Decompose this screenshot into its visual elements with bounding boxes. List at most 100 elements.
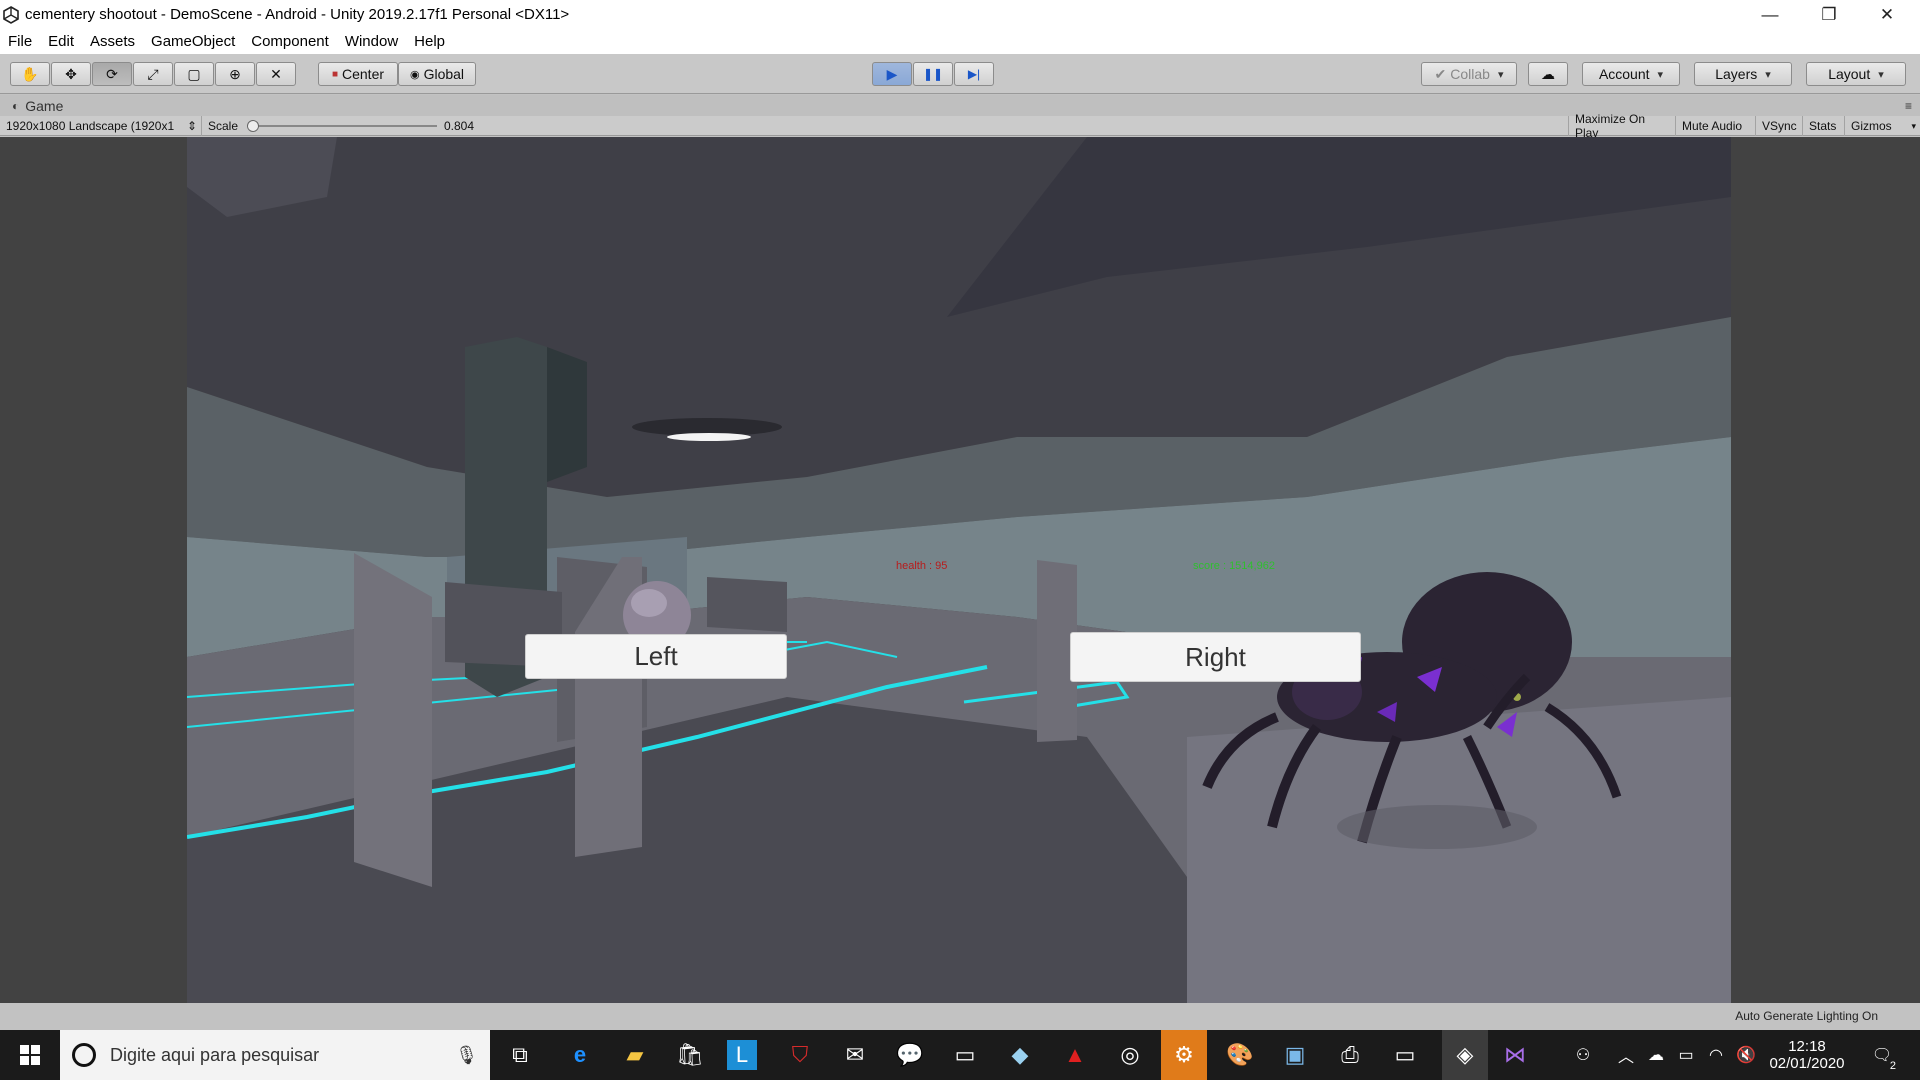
- edge-app[interactable]: e: [562, 1037, 598, 1073]
- globe-icon: ◉: [409, 68, 420, 81]
- menu-gameobject[interactable]: GameObject: [143, 33, 243, 50]
- pivot-center-icon: ■: [331, 68, 338, 80]
- check-icon: ✔: [1434, 65, 1447, 82]
- menu-component[interactable]: Component: [243, 33, 337, 50]
- file-explorer-app[interactable]: ▰: [617, 1037, 653, 1073]
- cortana-icon: [72, 1043, 96, 1067]
- people-button[interactable]: ⚇: [1568, 1030, 1598, 1080]
- layers-dropdown[interactable]: Layers: [1694, 62, 1792, 86]
- tray-overflow-button[interactable]: ︿: [1612, 1030, 1640, 1080]
- unity-icon: ◈: [1456, 1042, 1474, 1067]
- chat-icon: 💬: [896, 1042, 924, 1067]
- chat-app[interactable]: 💬: [892, 1037, 928, 1073]
- battery-indicator[interactable]: ▭: [1672, 1030, 1700, 1080]
- vsync-label: VSync: [1762, 119, 1797, 133]
- scale-icon: ⤢: [147, 65, 159, 82]
- menu-help[interactable]: Help: [406, 33, 453, 50]
- hand-tool-button[interactable]: ✋: [10, 62, 50, 86]
- stats-label: Stats: [1809, 119, 1837, 133]
- mute-audio-toggle[interactable]: Mute Audio: [1676, 116, 1756, 136]
- unity-app[interactable]: ◈: [1442, 1030, 1488, 1080]
- scale-slider-thumb[interactable]: [247, 120, 259, 132]
- obs-icon: ◎: [1120, 1042, 1140, 1067]
- terminal-app[interactable]: ▭: [947, 1037, 983, 1073]
- pivot-rotation-toggle[interactable]: ◉ Global: [398, 62, 476, 86]
- custom-tool-button[interactable]: ✕: [256, 62, 296, 86]
- microphone-icon[interactable]: 🎙: [455, 1045, 478, 1066]
- restore-icon: ❐: [1821, 4, 1837, 24]
- acrobat-app[interactable]: ▲: [1057, 1037, 1093, 1073]
- pivot-rotation-label: Global: [423, 66, 465, 82]
- windows-logo-icon: [20, 1045, 40, 1065]
- l-icon: L: [735, 1042, 749, 1067]
- photos-app[interactable]: ▣: [1277, 1037, 1313, 1073]
- store-app[interactable]: 🛍: [672, 1037, 708, 1073]
- unity-logo-icon: [0, 0, 22, 29]
- maximize-on-play-toggle[interactable]: Maximize On Play: [1568, 112, 1676, 140]
- vsync-toggle[interactable]: VSync: [1756, 116, 1803, 136]
- printer-app[interactable]: ⎙: [1332, 1037, 1368, 1073]
- play-icon: ▶: [886, 65, 898, 82]
- task-view-icon: ⧉: [512, 1042, 528, 1067]
- scale-slider[interactable]: [247, 120, 437, 132]
- menu-window[interactable]: Window: [337, 33, 406, 50]
- clock[interactable]: 12:18 02/01/2020: [1762, 1030, 1852, 1080]
- taskbar-search-box[interactable]: Digite aqui para pesquisar 🎙: [60, 1030, 490, 1080]
- transform-tool-button[interactable]: ⊕: [215, 62, 255, 86]
- close-button[interactable]: ✕: [1858, 0, 1916, 29]
- tab-menu-icon[interactable]: ≡: [1905, 99, 1912, 113]
- close-icon: ✕: [1879, 4, 1895, 24]
- pause-button[interactable]: ❚❚: [913, 62, 953, 86]
- menu-assets[interactable]: Assets: [82, 33, 143, 50]
- scale-tool-button[interactable]: ⤢: [133, 62, 173, 86]
- photos-icon: ▣: [1284, 1042, 1306, 1067]
- rect-tool-button[interactable]: ▢: [174, 62, 214, 86]
- l-app[interactable]: L: [727, 1040, 757, 1070]
- score-text: score : 1514,962: [1193, 560, 1275, 572]
- volume-indicator[interactable]: 🔇: [1732, 1030, 1760, 1080]
- console-app[interactable]: ▭: [1387, 1037, 1423, 1073]
- stats-toggle[interactable]: Stats: [1803, 116, 1845, 136]
- wifi-indicator[interactable]: ◠: [1702, 1030, 1730, 1080]
- cloud-button[interactable]: ☁: [1528, 62, 1568, 86]
- play-button[interactable]: ▶: [872, 62, 912, 86]
- store-icon: 🛍: [676, 1042, 704, 1067]
- windows-start-button[interactable]: [12, 1037, 48, 1073]
- cloud-icon: ☁: [1541, 65, 1555, 82]
- rotate-tool-button[interactable]: ⟳: [92, 62, 132, 86]
- right-button[interactable]: Right: [1070, 632, 1361, 682]
- obs-app[interactable]: ◎: [1112, 1037, 1148, 1073]
- move-icon: ✥: [65, 65, 77, 82]
- account-dropdown[interactable]: Account: [1582, 62, 1680, 86]
- gizmos-dropdown[interactable]: Gizmos ▾: [1845, 116, 1920, 136]
- layout-dropdown[interactable]: Layout: [1806, 62, 1906, 86]
- custom-tool-icon: ✕: [270, 65, 282, 82]
- onedrive-button[interactable]: ☁: [1642, 1030, 1670, 1080]
- notification-center-button[interactable]: 🗨 2: [1862, 1030, 1902, 1080]
- layers-label: Layers: [1715, 66, 1758, 82]
- mail-app[interactable]: ✉: [837, 1037, 873, 1073]
- resolution-dropdown[interactable]: 1920x1080 Landscape (1920x1 ⇕: [0, 116, 202, 136]
- transform-icon: ⊕: [229, 65, 241, 82]
- collab-dropdown[interactable]: ✔ Collab: [1421, 62, 1517, 86]
- pivot-mode-toggle[interactable]: ■ Center: [318, 62, 398, 86]
- hand-icon: ✋: [21, 65, 39, 82]
- pivot-mode-label: Center: [342, 66, 385, 82]
- people-icon: ⚇: [1575, 1047, 1591, 1064]
- menu-file[interactable]: File: [0, 33, 40, 50]
- menu-edit[interactable]: Edit: [40, 33, 82, 50]
- move-tool-button[interactable]: ✥: [51, 62, 91, 86]
- step-button[interactable]: ▶|: [954, 62, 994, 86]
- game-viewport[interactable]: health : 95 score : 1514,962 Left Right: [0, 137, 1920, 1003]
- notes-app[interactable]: ◆: [1002, 1037, 1038, 1073]
- collab-label: Collab: [1450, 66, 1490, 82]
- restore-button[interactable]: ❐: [1800, 0, 1858, 29]
- mcafee-app[interactable]: ⛉: [782, 1037, 818, 1073]
- paint-app[interactable]: 🎨: [1222, 1037, 1258, 1073]
- steam-app[interactable]: ⚙: [1161, 1030, 1207, 1080]
- palette-icon: 🎨: [1226, 1042, 1254, 1067]
- minimize-button[interactable]: —: [1741, 0, 1799, 29]
- visual-studio-app[interactable]: ⋈: [1497, 1037, 1533, 1073]
- left-button[interactable]: Left: [525, 634, 787, 679]
- task-view-button[interactable]: ⧉: [502, 1037, 538, 1073]
